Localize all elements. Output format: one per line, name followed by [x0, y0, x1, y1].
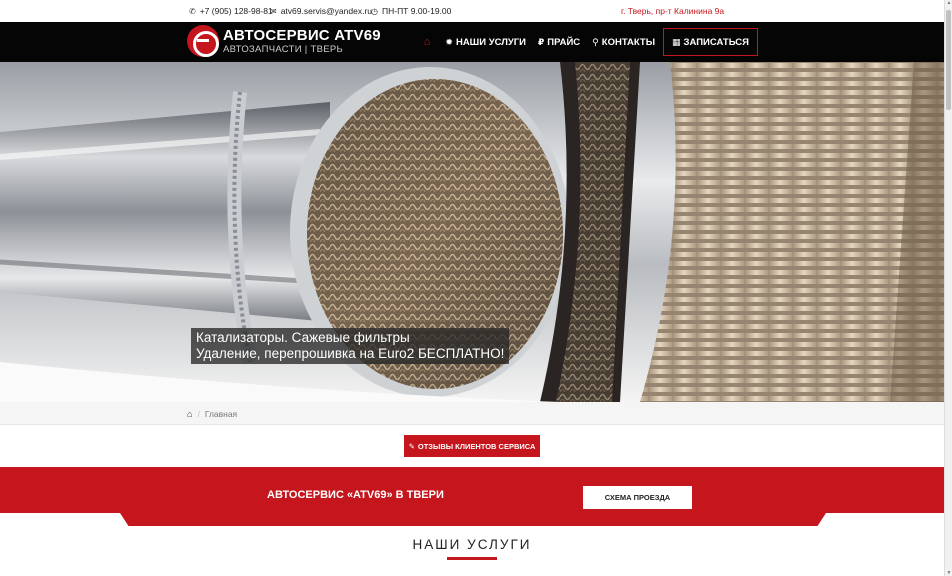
breadcrumb-current: Главная	[204, 409, 238, 419]
gear-icon: ✹	[445, 36, 453, 47]
steering-wheel-logo-icon	[187, 25, 219, 57]
route-map-label: СХЕМА ПРОЕЗДА	[604, 493, 671, 502]
route-map-button[interactable]: СХЕМА ПРОЕЗДА	[583, 486, 692, 509]
home-icon: ⌂	[423, 36, 431, 48]
hours-text: ПН-ПТ 9.00-19.00	[381, 6, 452, 16]
breadcrumb-home-icon[interactable]: ⌂	[187, 409, 192, 419]
calendar-icon: ▦	[672, 36, 681, 47]
email-contact[interactable]: ✉ atv69.servis@yandex.ru	[270, 6, 372, 16]
main-nav: ⌂ ✹ НАШИ УСЛУГИ ₽ ПРАЙС ⚲ КОНТАКТЫ ▦ ЗАП…	[415, 28, 758, 56]
nav-price-label: ПРАЙС	[547, 36, 581, 48]
hero-caption-line2: Удаление, перепрошивка на Euro2 БЕСПЛАТН…	[196, 346, 505, 361]
site-logo[interactable]: АВТОСЕРВИС ATV69 АВТОЗАПЧАСТИ | ТВЕРЬ	[187, 25, 381, 57]
nav-signup-label: ЗАПИСАТЬСЯ	[683, 36, 749, 48]
nav-services-label: НАШИ УСЛУГИ	[455, 36, 527, 48]
hero-caption-line1: Катализаторы. Сажевые фильтры	[196, 330, 410, 345]
hero-slider[interactable]: Катализаторы. Сажевые фильтры Удаление, …	[0, 62, 944, 402]
client-reviews-label: ОТЗЫВЫ КЛИЕНТОВ СЕРВИСА	[417, 441, 536, 451]
scroll-down-arrow-icon[interactable]: ▼	[946, 570, 952, 576]
map-marker-icon: ⚲	[592, 36, 599, 47]
scrollbar-thumb[interactable]	[946, 10, 951, 110]
address-text[interactable]: г. Тверь, пр-т Калинина 9а	[621, 6, 724, 16]
envelope-icon: ✉	[270, 6, 277, 16]
services-heading-underline	[447, 557, 497, 560]
nav-contacts[interactable]: ⚲ КОНТАКТЫ	[586, 28, 661, 56]
logo-subtitle: АВТОЗАПЧАСТИ | ТВЕРЬ	[223, 43, 344, 55]
promo-band-title: АВТОСЕРВИС «ATV69» В ТВЕРИ	[267, 489, 444, 501]
wrench-icon: ✎	[408, 441, 415, 451]
nav-price[interactable]: ₽ ПРАЙС	[532, 28, 586, 56]
page-scrollbar[interactable]: ▲ ▼	[944, 0, 952, 576]
phone-number[interactable]: +7 (905) 128-98-81	[200, 6, 273, 16]
ruble-icon: ₽	[538, 36, 545, 47]
site-header: АВТОСЕРВИС ATV69 АВТОЗАПЧАСТИ | ТВЕРЬ ⌂ …	[0, 22, 944, 62]
nav-services[interactable]: ✹ НАШИ УСЛУГИ	[439, 28, 532, 56]
top-info-bar: ✆ +7 (905) 128-98-81 ✉ atv69.servis@yand…	[0, 0, 944, 22]
clock-icon: ◷	[371, 6, 378, 16]
address-link[interactable]: г. Тверь, пр-т Калинина 9а	[621, 6, 724, 16]
logo-title: АВТОСЕРВИС ATV69	[223, 26, 381, 44]
nav-home[interactable]: ⌂	[415, 28, 440, 56]
phone-icon: ✆	[189, 6, 196, 16]
working-hours: ◷ ПН-ПТ 9.00-19.00	[371, 6, 451, 16]
breadcrumb-separator: /	[197, 409, 200, 419]
email-address[interactable]: atv69.servis@yandex.ru	[281, 6, 372, 16]
promo-band-tab	[120, 513, 826, 526]
services-heading: НАШИ УСЛУГИ	[412, 537, 532, 552]
hero-caption: Катализаторы. Сажевые фильтры Удаление, …	[191, 328, 510, 364]
phone-contact[interactable]: ✆ +7 (905) 128-98-81	[189, 6, 273, 16]
client-reviews-button[interactable]: ✎ ОТЗЫВЫ КЛИЕНТОВ СЕРВИСА	[404, 435, 540, 457]
promo-band	[0, 467, 944, 513]
nav-signup-button[interactable]: ▦ ЗАПИСАТЬСЯ	[663, 28, 758, 56]
breadcrumb: ⌂ / Главная	[0, 402, 944, 425]
scroll-up-arrow-icon[interactable]: ▲	[946, 0, 952, 6]
nav-contacts-label: КОНТАКТЫ	[601, 36, 656, 48]
